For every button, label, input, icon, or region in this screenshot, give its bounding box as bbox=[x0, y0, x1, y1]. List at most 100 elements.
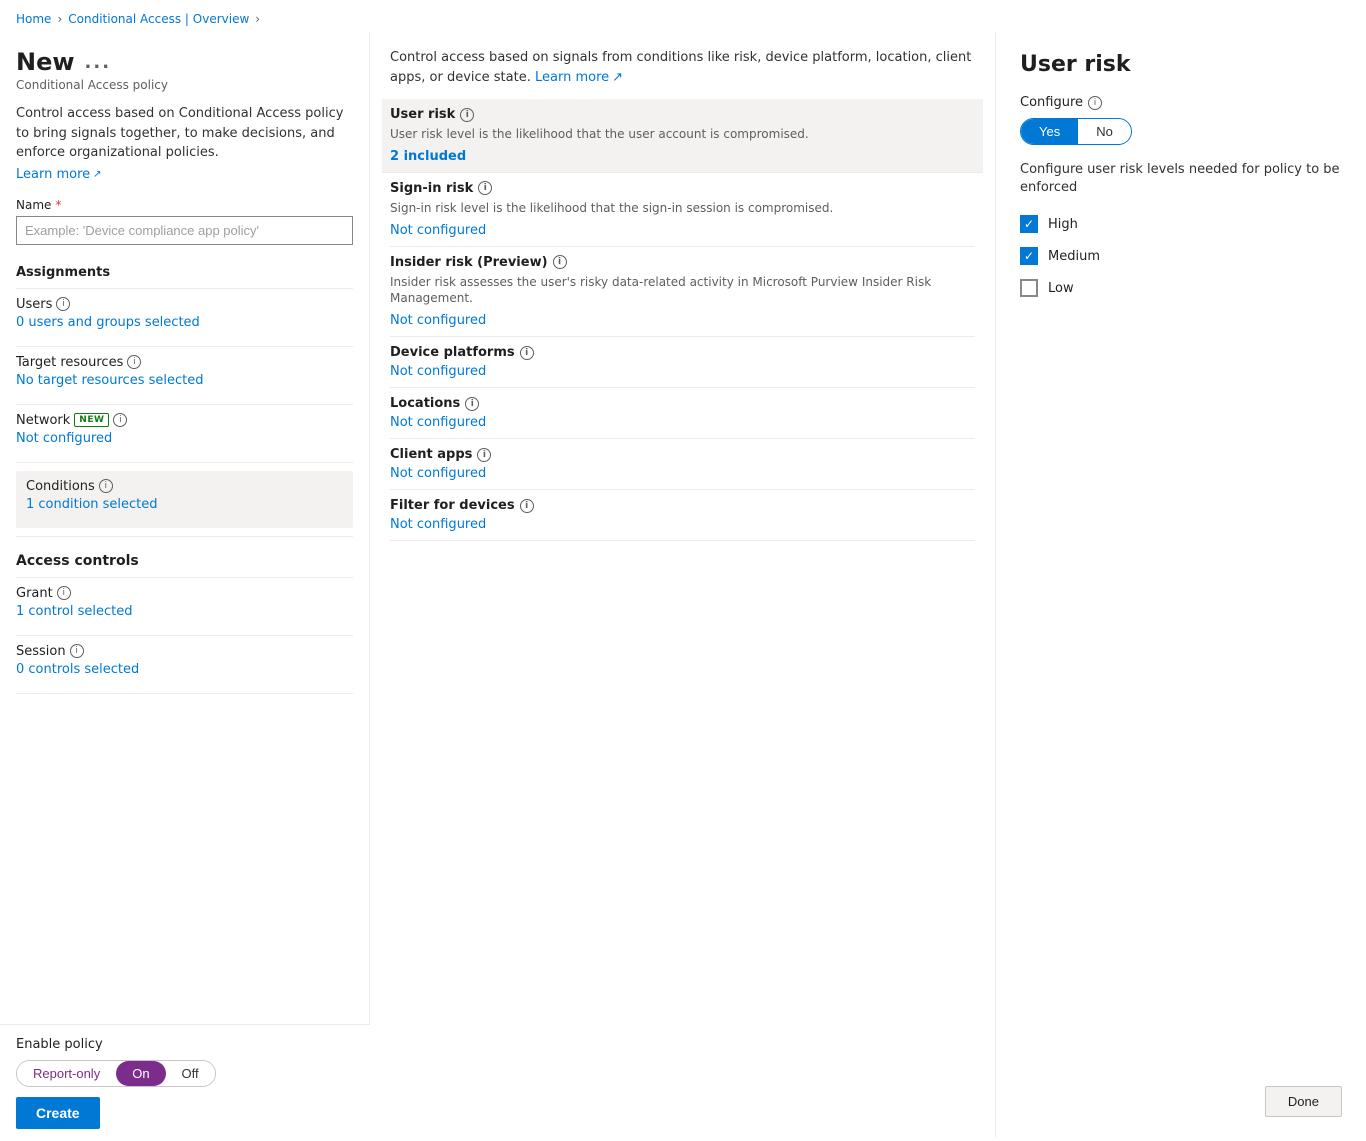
enable-policy-toggle[interactable]: Report-only On Off bbox=[16, 1060, 216, 1087]
left-description: Control access based on Conditional Acce… bbox=[16, 104, 353, 163]
condition-desc: Insider risk assesses the user's risky d… bbox=[390, 274, 975, 308]
more-button[interactable]: ... bbox=[85, 52, 112, 73]
network-new-badge: NEW bbox=[74, 413, 109, 427]
grant-divider bbox=[16, 635, 353, 636]
condition-desc: User risk level is the likelihood that t… bbox=[390, 126, 975, 143]
grant-label-text: Grant bbox=[16, 586, 53, 601]
assignments-divider bbox=[16, 288, 353, 289]
create-button[interactable]: Create bbox=[16, 1097, 100, 1129]
conditions-value[interactable]: 1 condition selected bbox=[26, 497, 343, 512]
toggle-off[interactable]: Off bbox=[166, 1061, 215, 1086]
network-label-text: Network bbox=[16, 413, 70, 428]
condition-row[interactable]: LocationsiNot configured bbox=[390, 388, 975, 439]
checkbox-row[interactable]: Low bbox=[1020, 279, 1342, 297]
condition-title: Filter for devicesi bbox=[390, 498, 975, 513]
condition-value[interactable]: 2 included bbox=[390, 149, 975, 164]
configure-info-icon[interactable]: i bbox=[1088, 96, 1102, 110]
condition-value[interactable]: Not configured bbox=[390, 364, 975, 379]
left-learn-more-text: Learn more bbox=[16, 167, 90, 182]
condition-rows: User riski User risk level is the likelih… bbox=[390, 99, 975, 541]
condition-row[interactable]: Client appsi Not configured bbox=[390, 439, 975, 490]
configure-label-text: Configure bbox=[1020, 95, 1083, 110]
condition-row[interactable]: Sign-in riskiSign-in risk level is the l… bbox=[390, 173, 975, 247]
breadcrumb: Home › Conditional Access | Overview › bbox=[0, 0, 1366, 32]
session-value[interactable]: 0 controls selected bbox=[16, 662, 353, 677]
level-checkboxes: ✓ High ✓ Medium Low bbox=[1020, 215, 1342, 311]
condition-value[interactable]: Not configured bbox=[390, 466, 975, 481]
condition-title: Client appsi bbox=[390, 447, 975, 462]
right-panel-title: User risk bbox=[1020, 52, 1342, 77]
toggle-on[interactable]: On bbox=[116, 1061, 165, 1086]
yes-button[interactable]: Yes bbox=[1021, 119, 1078, 144]
breadcrumb-sep2: › bbox=[255, 12, 260, 26]
session-info-icon[interactable]: i bbox=[70, 644, 84, 658]
condition-title: Insider risk (Preview)i bbox=[390, 255, 975, 270]
target-resources-subsection: Target resources i No target resources s… bbox=[16, 355, 353, 396]
middle-desc-text: Control access based on signals from con… bbox=[390, 50, 971, 85]
no-button[interactable]: No bbox=[1078, 119, 1131, 144]
grant-value[interactable]: 1 control selected bbox=[16, 604, 353, 619]
target-resources-info-icon[interactable]: i bbox=[127, 355, 141, 369]
network-info-icon[interactable]: i bbox=[113, 413, 127, 427]
condition-info-icon[interactable]: i bbox=[520, 499, 534, 513]
name-input[interactable] bbox=[16, 216, 353, 245]
condition-row[interactable]: Insider risk (Preview)i Insider risk asse… bbox=[390, 247, 975, 338]
users-info-icon[interactable]: i bbox=[56, 297, 70, 311]
condition-value[interactable]: Not configured bbox=[390, 313, 975, 328]
target-resources-value[interactable]: No target resources selected bbox=[16, 373, 353, 388]
grant-subsection: Grant i 1 control selected bbox=[16, 586, 353, 627]
conditions-label-text: Conditions bbox=[26, 479, 95, 494]
toggle-report-only[interactable]: Report-only bbox=[17, 1061, 116, 1086]
checkbox-label: Medium bbox=[1048, 249, 1100, 264]
condition-info-icon[interactable]: i bbox=[553, 255, 567, 269]
yes-no-toggle[interactable]: Yes No bbox=[1020, 118, 1132, 145]
breadcrumb-parent[interactable]: Conditional Access | Overview bbox=[68, 12, 249, 26]
condition-info-icon[interactable]: i bbox=[478, 181, 492, 195]
target-resources-divider bbox=[16, 404, 353, 405]
network-label: Network NEW i bbox=[16, 413, 353, 428]
right-panel: User risk Configure i Yes No Configure u… bbox=[996, 32, 1366, 1137]
middle-learn-more[interactable]: Learn more ↗ bbox=[535, 68, 623, 88]
enable-policy-bar: Enable policy Report-only On Off Create bbox=[0, 1024, 370, 1141]
users-label: Users i bbox=[16, 297, 353, 312]
conditions-info-icon[interactable]: i bbox=[99, 479, 113, 493]
condition-info-icon[interactable]: i bbox=[465, 397, 479, 411]
assignments-header: Assignments bbox=[16, 259, 353, 280]
condition-desc: Sign-in risk level is the likelihood tha… bbox=[390, 200, 975, 217]
condition-value[interactable]: Not configured bbox=[390, 415, 975, 430]
grant-info-icon[interactable]: i bbox=[57, 586, 71, 600]
users-value[interactable]: 0 users and groups selected bbox=[16, 315, 353, 330]
condition-value[interactable]: Not configured bbox=[390, 517, 975, 532]
conditions-subsection[interactable]: Conditions i 1 condition selected bbox=[16, 471, 353, 528]
condition-row[interactable]: User riski User risk level is the likelih… bbox=[382, 99, 983, 173]
name-label: Name * bbox=[16, 198, 353, 212]
done-button[interactable]: Done bbox=[1265, 1086, 1342, 1117]
page-title-area: New ... bbox=[16, 48, 353, 76]
users-subsection: Users i 0 users and groups selected bbox=[16, 297, 353, 338]
condition-info-icon[interactable]: i bbox=[477, 448, 491, 462]
conditions-label: Conditions i bbox=[26, 479, 343, 494]
breadcrumb-home[interactable]: Home bbox=[16, 12, 51, 26]
configure-label: Configure i bbox=[1020, 95, 1342, 110]
condition-title: User riski bbox=[390, 107, 975, 122]
network-subsection: Network NEW i Not configured bbox=[16, 413, 353, 454]
checkbox-row[interactable]: ✓ High bbox=[1020, 215, 1342, 233]
target-resources-label-text: Target resources bbox=[16, 355, 123, 370]
checkbox-row[interactable]: ✓ Medium bbox=[1020, 247, 1342, 265]
condition-info-icon[interactable]: i bbox=[460, 108, 474, 122]
condition-value[interactable]: Not configured bbox=[390, 223, 975, 238]
target-resources-label: Target resources i bbox=[16, 355, 353, 370]
checkbox-box[interactable]: ✓ bbox=[1020, 215, 1038, 233]
condition-info-icon[interactable]: i bbox=[520, 346, 534, 360]
access-controls-divider bbox=[16, 577, 353, 578]
condition-row[interactable]: Device platformsiNot configured bbox=[390, 337, 975, 388]
network-value[interactable]: Not configured bbox=[16, 431, 353, 446]
checkbox-box[interactable]: ✓ bbox=[1020, 247, 1038, 265]
grant-label: Grant i bbox=[16, 586, 353, 601]
condition-row[interactable]: Filter for devicesi Not configured bbox=[390, 490, 975, 541]
session-divider bbox=[16, 693, 353, 694]
checkbox-box[interactable] bbox=[1020, 279, 1038, 297]
left-learn-more[interactable]: Learn more ↗ bbox=[16, 167, 353, 182]
enable-policy-label: Enable policy bbox=[16, 1037, 354, 1052]
checkbox-label: High bbox=[1048, 217, 1078, 232]
